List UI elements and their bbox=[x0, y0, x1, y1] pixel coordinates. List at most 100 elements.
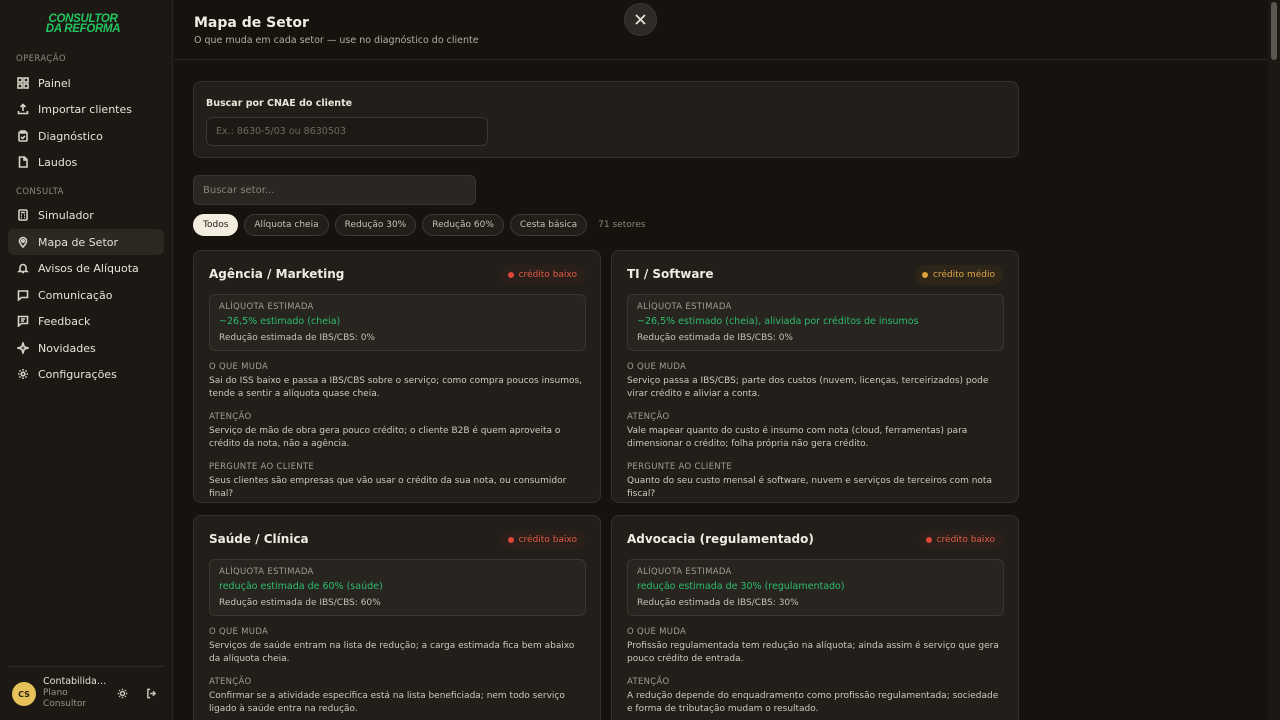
section-text: Quanto do seu custo mensal é software, n… bbox=[627, 476, 992, 499]
sidebar-item-label: Comunicação bbox=[38, 288, 113, 302]
sidebar-item-avisos-de-aliquota[interactable]: Avisos de Alíquota bbox=[8, 255, 164, 281]
sidebar-item-label: Importar clientes bbox=[38, 102, 132, 116]
sidebar-item-label: Feedback bbox=[38, 314, 91, 328]
credit-badge: crédito baixo bbox=[918, 530, 1003, 550]
user-plan: Plano Consultor bbox=[43, 688, 87, 709]
cnae-input[interactable] bbox=[206, 117, 488, 146]
sparkle-icon bbox=[17, 342, 29, 354]
section-label: ATENÇÃO bbox=[627, 677, 670, 687]
sector-card[interactable]: Agência / Marketing crédito baixo ALÍQUO… bbox=[193, 250, 601, 503]
logo[interactable]: CONSULTOR DA REFORMA bbox=[42, 13, 124, 35]
filter-chip-reducao-30[interactable]: Redução 30% bbox=[334, 214, 417, 236]
sidebar-item-label: Simulador bbox=[38, 208, 94, 222]
ask-section: PERGUNTE AO CLIENTE Seus clientes são em… bbox=[209, 462, 587, 501]
message-icon bbox=[17, 289, 29, 301]
sun-icon bbox=[117, 688, 127, 698]
section-label: O QUE MUDA bbox=[627, 362, 687, 372]
sidebar-item-configuracoes[interactable]: Configurações bbox=[8, 361, 164, 387]
close-button[interactable] bbox=[624, 3, 657, 36]
sector-search-input[interactable] bbox=[193, 175, 476, 205]
section-label: O QUE MUDA bbox=[209, 627, 269, 637]
scrollbar-thumb[interactable] bbox=[1271, 2, 1277, 60]
sidebar-item-painel[interactable]: Painel bbox=[8, 70, 164, 96]
file-icon bbox=[17, 156, 29, 168]
rate-label: ALÍQUOTA ESTIMADA bbox=[219, 302, 314, 312]
sector-card[interactable]: Advocacia (regulamentado) crédito baixo … bbox=[611, 515, 1019, 720]
bell-icon bbox=[17, 262, 29, 274]
calculator-icon bbox=[17, 209, 29, 221]
feedback-icon bbox=[17, 315, 29, 327]
attention-section: ATENÇÃO A redução depende do enquadramen… bbox=[627, 677, 1005, 716]
sidebar-item-importar-clientes[interactable]: Importar clientes bbox=[8, 96, 164, 122]
section-text: A redução depende do enquadramento como … bbox=[627, 691, 999, 714]
card-title: TI / Software bbox=[627, 267, 714, 281]
sidebar: CONSULTOR DA REFORMA OPERAÇÃO Painel Imp… bbox=[0, 0, 173, 720]
sidebar-item-label: Avisos de Alíquota bbox=[38, 261, 139, 275]
rate-value: ~26,5% estimado (cheia) bbox=[219, 316, 341, 327]
attention-section: ATENÇÃO Serviço de mão de obra gera pouc… bbox=[209, 412, 587, 451]
rate-box: ALÍQUOTA ESTIMADA ~26,5% estimado (cheia… bbox=[209, 294, 586, 351]
attention-section: ATENÇÃO Vale mapear quanto do custo é in… bbox=[627, 412, 1005, 451]
section-text: Sai do ISS baixo e passa a IBS/CBS sobre… bbox=[209, 376, 583, 399]
sidebar-item-simulador[interactable]: Simulador bbox=[8, 202, 164, 228]
sidebar-item-label: Novidades bbox=[38, 341, 96, 355]
rate-reduction: Redução estimada de IBS/CBS: 0% bbox=[219, 333, 375, 343]
rate-reduction: Redução estimada de IBS/CBS: 0% bbox=[637, 333, 793, 343]
filter-chip-cesta-basica[interactable]: Cesta básica bbox=[509, 214, 588, 236]
card-title: Saúde / Clínica bbox=[209, 532, 309, 546]
credit-badge: crédito médio bbox=[914, 265, 1003, 285]
changes-section: O QUE MUDA Serviço passa a IBS/CBS; part… bbox=[627, 362, 1005, 401]
section-label: ATENÇÃO bbox=[209, 412, 252, 422]
rate-label: ALÍQUOTA ESTIMADA bbox=[637, 567, 732, 577]
grid-icon bbox=[17, 77, 29, 89]
sector-card[interactable]: Saúde / Clínica crédito baixo ALÍQUOTA E… bbox=[193, 515, 601, 720]
sector-card[interactable]: TI / Software crédito médio ALÍQUOTA EST… bbox=[611, 250, 1019, 503]
sidebar-item-mapa-de-setor[interactable]: Mapa de Setor bbox=[8, 229, 164, 255]
changes-section: O QUE MUDA Serviços de saúde entram na l… bbox=[209, 627, 587, 666]
user-name: Contabilidade Silva bbox=[43, 676, 107, 687]
sidebar-item-novidades[interactable]: Novidades bbox=[8, 335, 164, 361]
credit-badge: crédito baixo bbox=[500, 530, 585, 550]
sidebar-item-comunicacao[interactable]: Comunicação bbox=[8, 282, 164, 308]
sidebar-item-laudos[interactable]: Laudos bbox=[8, 149, 164, 175]
logo-line-2: DA REFORMA bbox=[45, 23, 121, 35]
filter-chips: Todos Alíquota cheia Redução 30% Redução… bbox=[193, 214, 645, 236]
sector-count: 71 setores bbox=[598, 220, 646, 230]
section-text: Serviço de mão de obra gera pouco crédit… bbox=[209, 426, 561, 449]
sidebar-item-label: Laudos bbox=[38, 155, 78, 169]
section-label: O QUE MUDA bbox=[209, 362, 269, 372]
upload-icon bbox=[17, 103, 29, 115]
theme-toggle-button[interactable] bbox=[115, 686, 129, 700]
cnae-label: Buscar por CNAE do cliente bbox=[206, 98, 353, 109]
sidebar-item-diagnostico[interactable]: Diagnóstico bbox=[8, 123, 164, 149]
sidebar-item-feedback[interactable]: Feedback bbox=[8, 308, 164, 334]
page-subtitle: O que muda em cada setor — use no diagnó… bbox=[194, 35, 479, 46]
changes-section: O QUE MUDA Sai do ISS baixo e passa a IB… bbox=[209, 362, 587, 401]
sidebar-item-label: Painel bbox=[38, 76, 71, 90]
sidebar-item-label: Diagnóstico bbox=[38, 129, 103, 143]
filter-chip-aliquota-cheia[interactable]: Alíquota cheia bbox=[244, 214, 329, 236]
logout-button[interactable] bbox=[144, 686, 158, 700]
rate-reduction: Redução estimada de IBS/CBS: 60% bbox=[219, 598, 381, 608]
clipboard-check-icon bbox=[17, 130, 29, 142]
section-text: Serviços de saúde entram na lista de red… bbox=[209, 641, 575, 664]
close-icon bbox=[635, 14, 646, 25]
section-label: O QUE MUDA bbox=[627, 627, 687, 637]
rate-box: ALÍQUOTA ESTIMADA redução estimada de 30… bbox=[627, 559, 1004, 616]
map-pin-icon bbox=[17, 236, 29, 248]
section-text: Profissão regulamentada tem redução na a… bbox=[627, 641, 999, 664]
filter-chip-reducao-60[interactable]: Redução 60% bbox=[422, 214, 504, 236]
avatar[interactable]: CS bbox=[12, 682, 36, 706]
section-label: PERGUNTE AO CLIENTE bbox=[627, 462, 733, 472]
rate-label: ALÍQUOTA ESTIMADA bbox=[637, 302, 732, 312]
section-label-consulta: CONSULTA bbox=[16, 187, 64, 197]
rate-box: ALÍQUOTA ESTIMADA ~26,5% estimado (cheia… bbox=[627, 294, 1004, 351]
section-text: Seus clientes são empresas que vão usar … bbox=[209, 476, 567, 499]
section-label: ATENÇÃO bbox=[627, 412, 670, 422]
changes-section: O QUE MUDA Profissão regulamentada tem r… bbox=[627, 627, 1005, 666]
attention-section: ATENÇÃO Confirmar se a atividade específ… bbox=[209, 677, 587, 716]
scrollbar[interactable] bbox=[1268, 0, 1280, 720]
user-footer: CS Contabilidade Silva Plano Consultor bbox=[8, 666, 164, 720]
card-title: Agência / Marketing bbox=[209, 267, 345, 281]
filter-chip-todos[interactable]: Todos bbox=[193, 214, 239, 236]
